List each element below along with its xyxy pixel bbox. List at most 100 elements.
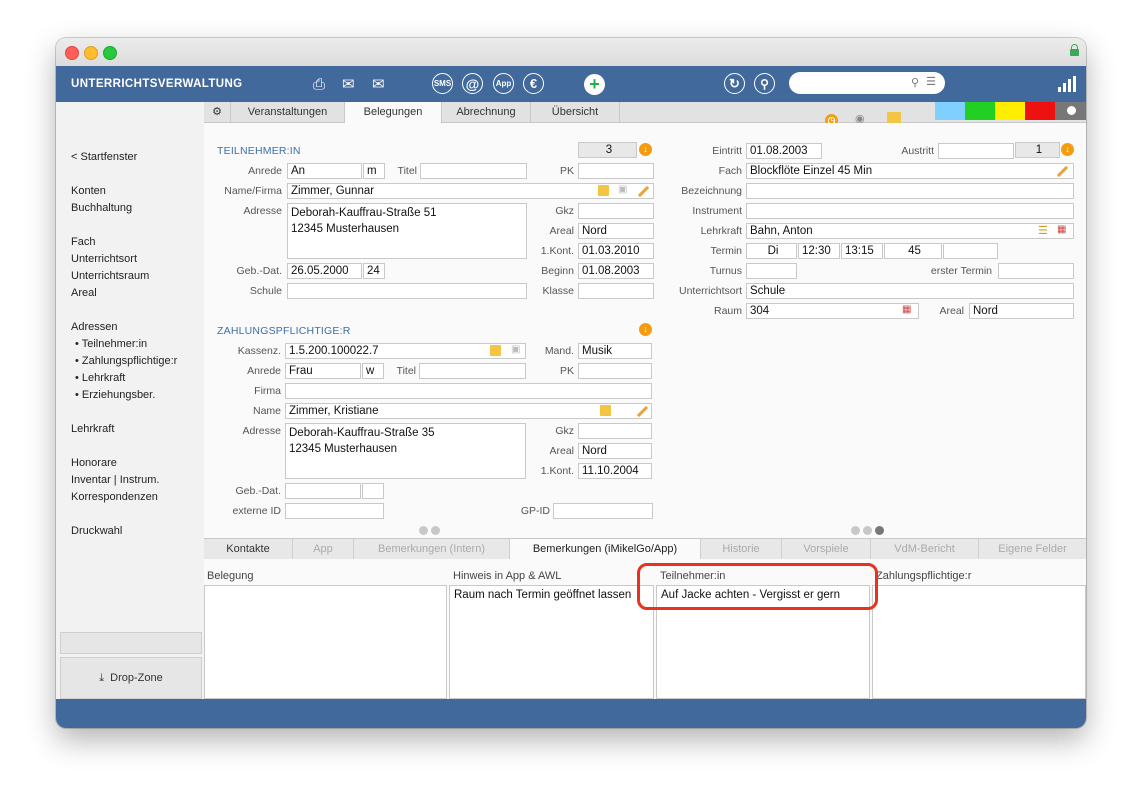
email-at-icon[interactable]: @ bbox=[462, 73, 483, 94]
close-window-button[interactable] bbox=[65, 46, 79, 60]
raum-areal-field[interactable]: Nord bbox=[969, 303, 1074, 319]
austritt-field[interactable] bbox=[938, 143, 1014, 159]
turnus-field[interactable] bbox=[746, 263, 797, 279]
bezeichnung-field[interactable] bbox=[746, 183, 1074, 199]
note-hinweis[interactable]: Raum nach Termin geöffnet lassen bbox=[449, 585, 654, 699]
euro-icon[interactable]: € bbox=[523, 73, 544, 94]
sidebar-item-inventar[interactable]: Inventar | Instrum. bbox=[71, 474, 159, 486]
eintritt-field[interactable]: 01.08.2003 bbox=[746, 143, 822, 159]
lehrkraft-field[interactable]: Bahn, Anton bbox=[746, 223, 1074, 239]
sidebar-item-adressen[interactable]: Adressen bbox=[71, 321, 117, 333]
sidebar-item-honorare[interactable]: Honorare bbox=[71, 457, 117, 469]
termin-dauer-field[interactable]: 45 bbox=[884, 243, 942, 259]
tab-uebersicht[interactable]: Übersicht bbox=[531, 102, 620, 122]
btab-app[interactable]: App bbox=[293, 539, 354, 559]
sidebar-subitem-lehrkraft[interactable]: • Lehrkraft bbox=[75, 372, 125, 384]
firma-field[interactable] bbox=[285, 383, 652, 399]
zp-name-note-icon[interactable] bbox=[600, 405, 611, 416]
sidebar-item-lehrkraft[interactable]: Lehrkraft bbox=[71, 423, 114, 435]
zahlungspflichtige-dropdown-icon[interactable]: ↓ bbox=[639, 323, 652, 336]
color-swatch-red[interactable] bbox=[1025, 102, 1055, 120]
termin-extra-field[interactable] bbox=[943, 243, 998, 259]
raum-calendar-icon[interactable]: ▦ bbox=[902, 304, 911, 315]
color-swatch-green[interactable] bbox=[965, 102, 995, 120]
sidebar-subitem-teilnehmer[interactable]: • Teilnehmer:in bbox=[75, 338, 147, 350]
sidebar-item-korrespondenzen[interactable]: Korrespondenzen bbox=[71, 491, 158, 503]
zp-gkz-field[interactable] bbox=[578, 423, 652, 439]
areal-field[interactable]: Nord bbox=[578, 223, 654, 239]
sidebar-item-areal[interactable]: Areal bbox=[71, 287, 97, 299]
sidebar-item-unterrichtsort[interactable]: Unterrichtsort bbox=[71, 253, 137, 265]
belegung-dropdown-icon[interactable]: ↓ bbox=[1061, 143, 1074, 156]
btab-eigene-felder[interactable]: Eigene Felder bbox=[979, 539, 1086, 559]
kassenz-note-icon[interactable] bbox=[490, 345, 501, 356]
btab-vorspiele[interactable]: Vorspiele bbox=[782, 539, 871, 559]
sidebar-item-druckwahl[interactable]: Druckwahl bbox=[71, 525, 122, 537]
color-swatch-grey[interactable] bbox=[1055, 102, 1086, 120]
app-message-icon[interactable]: App bbox=[493, 73, 514, 94]
termin-bis-field[interactable]: 13:15 bbox=[841, 243, 883, 259]
lehrkraft-calendar-icon[interactable]: ▦ bbox=[1057, 224, 1066, 235]
mail-open-icon[interactable]: ✉ bbox=[372, 73, 385, 95]
sidebar-subitem-zahlungspflichtige[interactable]: • Zahlungspflichtige:r bbox=[75, 355, 177, 367]
teilnehmer-dropdown-icon[interactable]: ↓ bbox=[639, 143, 652, 156]
color-swatch-yellow[interactable] bbox=[995, 102, 1025, 120]
tab-veranstaltungen[interactable]: Veranstaltungen bbox=[231, 102, 345, 122]
printer-icon[interactable]: ⎙ bbox=[313, 73, 325, 95]
zp-adresse-field[interactable]: Deborah-Kauffrau-Straße 35 12345 Musterh… bbox=[285, 423, 526, 479]
camera-icon[interactable]: ▣ bbox=[618, 184, 627, 195]
right-page-dots[interactable] bbox=[851, 526, 887, 538]
zp-titel-field[interactable] bbox=[419, 363, 526, 379]
btab-kontakte[interactable]: Kontakte bbox=[204, 539, 293, 559]
sidebar-subitem-erziehungsber[interactable]: • Erziehungsber. bbox=[75, 389, 155, 401]
zp-pk-field[interactable] bbox=[578, 363, 652, 379]
tab-abrechnung[interactable]: Abrechnung bbox=[442, 102, 531, 122]
mand-field[interactable]: Musik bbox=[578, 343, 652, 359]
drop-zone[interactable]: ⤓ Drop-Zone bbox=[60, 657, 202, 699]
externe-field[interactable] bbox=[285, 503, 384, 519]
termin-tag-field[interactable]: Di bbox=[746, 243, 797, 259]
sidebar-item-fach[interactable]: Fach bbox=[71, 236, 95, 248]
zp-anrede-field[interactable]: Frau bbox=[285, 363, 361, 379]
gpid-field[interactable] bbox=[553, 503, 653, 519]
btab-bemerkungen-imikelgo[interactable]: Bemerkungen (iMikelGo/App) bbox=[510, 539, 701, 559]
adresse-field[interactable]: Deborah-Kauffrau-Straße 51 12345 Musterh… bbox=[287, 203, 527, 259]
schule-field[interactable] bbox=[287, 283, 527, 299]
note-zahlungspflichtige[interactable] bbox=[872, 585, 1086, 699]
name-note-icon[interactable] bbox=[598, 185, 609, 196]
add-icon[interactable]: + bbox=[584, 73, 605, 95]
zp-kont-field[interactable]: 11.10.2004 bbox=[578, 463, 652, 479]
instrument-field[interactable] bbox=[746, 203, 1074, 219]
btab-bemerkungen-intern[interactable]: Bemerkungen (Intern) bbox=[354, 539, 510, 559]
mail-icon[interactable]: ✉ bbox=[342, 73, 355, 95]
refresh-icon[interactable]: ↻ bbox=[724, 73, 745, 94]
btab-historie[interactable]: Historie bbox=[701, 539, 782, 559]
left-page-dots[interactable] bbox=[419, 526, 443, 538]
lehrkraft-list-icon[interactable]: ☰ bbox=[1038, 224, 1048, 237]
settings-tab-icon[interactable]: ⚙ bbox=[204, 102, 231, 122]
beginn-field[interactable]: 01.08.2003 bbox=[578, 263, 654, 279]
zoom-window-button[interactable] bbox=[103, 46, 117, 60]
zp-areal-field[interactable]: Nord bbox=[578, 443, 652, 459]
ort-field[interactable]: Schule bbox=[746, 283, 1074, 299]
raum-field[interactable]: 304 bbox=[746, 303, 919, 319]
search-input[interactable] bbox=[799, 75, 913, 91]
erster-termin-field[interactable] bbox=[998, 263, 1074, 279]
tab-belegungen[interactable]: Belegungen bbox=[345, 102, 442, 123]
fach-field[interactable]: Blockflöte Einzel 45 Min bbox=[746, 163, 1074, 179]
sms-icon[interactable]: SMS bbox=[432, 73, 453, 94]
note-belegung[interactable] bbox=[204, 585, 447, 699]
kassenz-doc-icon[interactable]: ▣ bbox=[511, 344, 520, 355]
sidebar-item-unterrichtsraum[interactable]: Unterrichtsraum bbox=[71, 270, 149, 282]
anrede-field[interactable]: An bbox=[287, 163, 362, 179]
gkz-field[interactable] bbox=[578, 203, 654, 219]
minimize-window-button[interactable] bbox=[84, 46, 98, 60]
zp-geb-field[interactable] bbox=[285, 483, 361, 499]
search-magnifier-icon[interactable]: ⚲ bbox=[754, 73, 775, 94]
pk-field[interactable] bbox=[578, 163, 654, 179]
sidebar-back-startfenster[interactable]: < Startfenster bbox=[71, 151, 137, 163]
gender-field[interactable]: m bbox=[363, 163, 385, 179]
zp-gender-field[interactable]: w bbox=[362, 363, 384, 379]
list-icon[interactable]: ☰ bbox=[926, 75, 936, 88]
btab-vdm-bericht[interactable]: VdM-Bericht bbox=[871, 539, 979, 559]
